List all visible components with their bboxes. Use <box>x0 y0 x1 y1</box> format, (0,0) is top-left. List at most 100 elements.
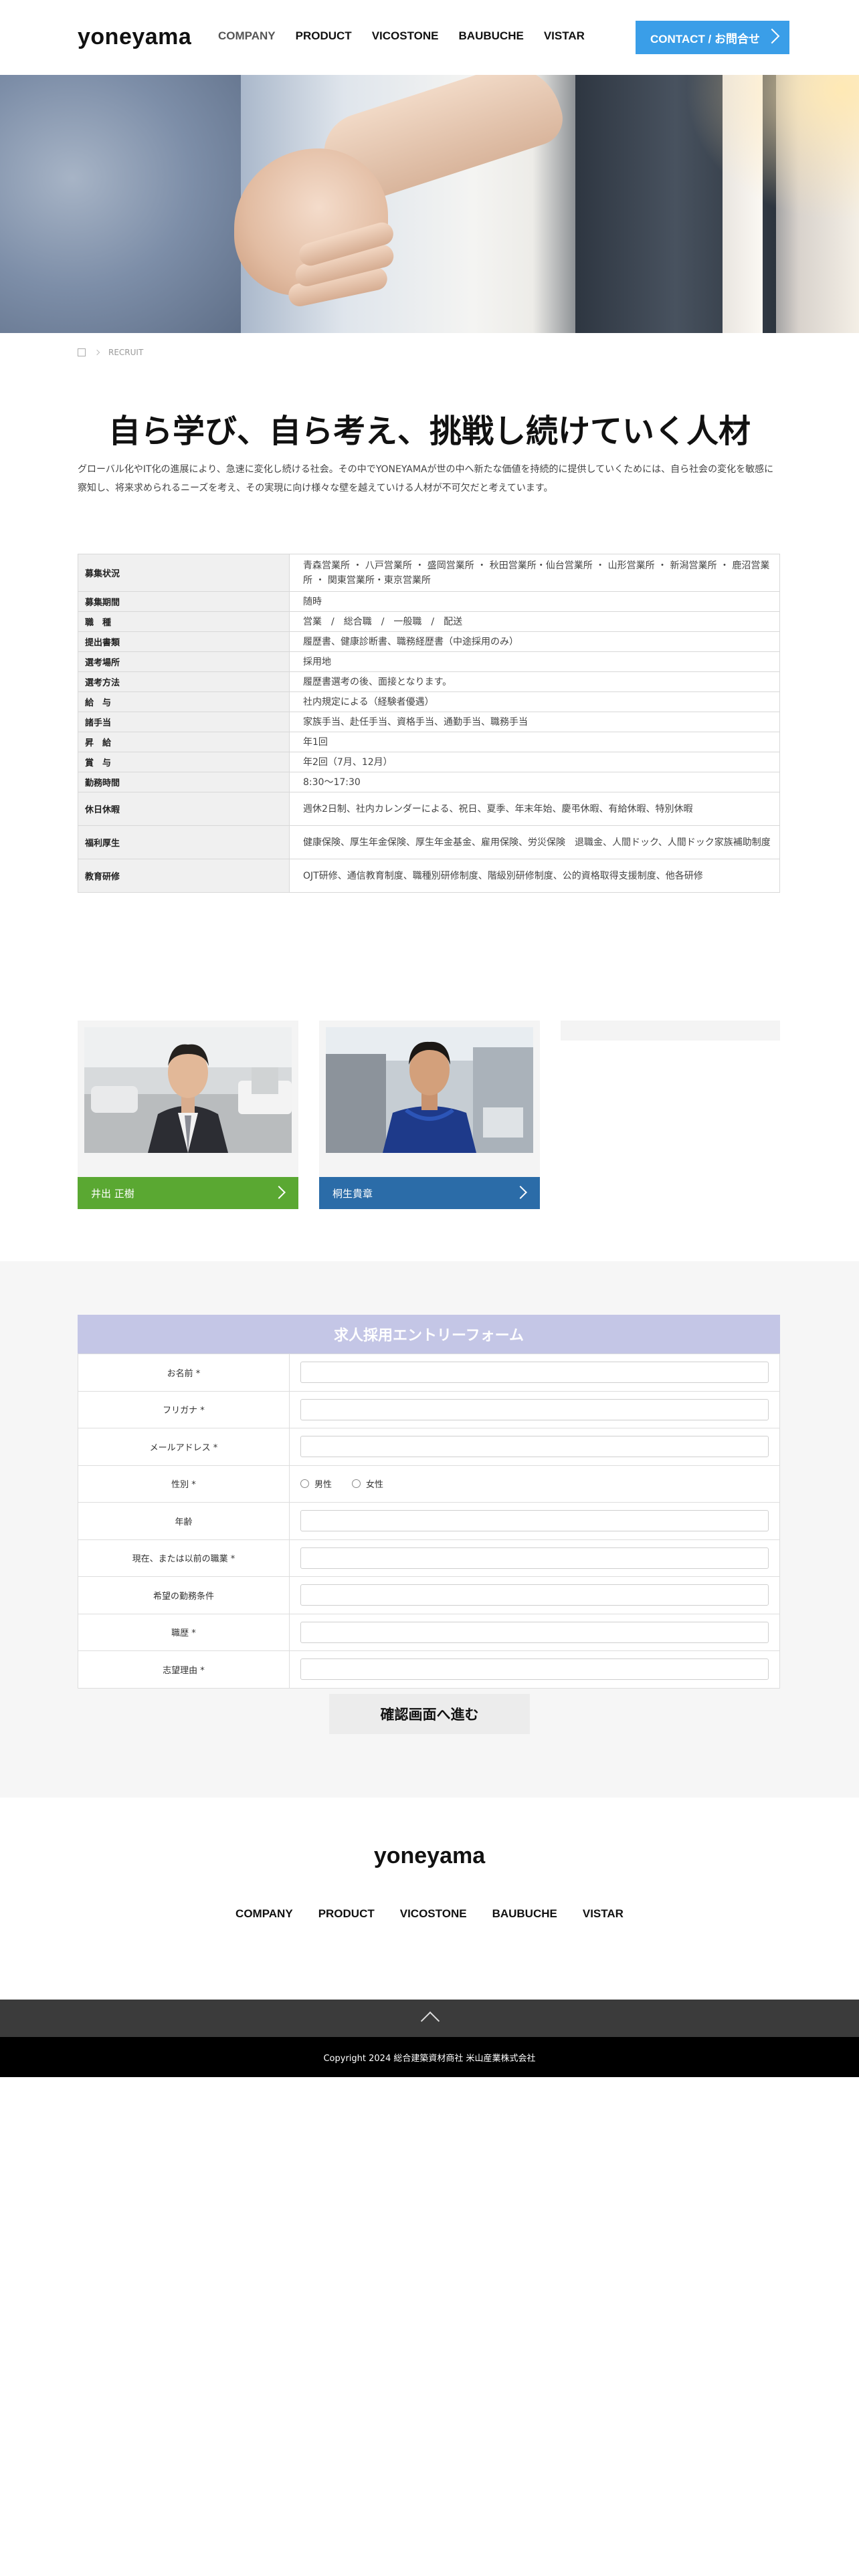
field-label-gender: 性別 * <box>78 1465 290 1503</box>
page-top-button[interactable] <box>0 2000 859 2037</box>
page-title: 自ら学び、自ら考え、挑戦し続けていく人材 <box>108 413 751 450</box>
recruit-row-label: 提出書類 <box>78 631 290 652</box>
nav-vicostone[interactable]: VICOSTONE <box>372 29 439 43</box>
recruit-row-value: 年1回 <box>289 732 780 752</box>
gender-male-radio[interactable] <box>300 1479 309 1489</box>
occupation-input[interactable] <box>300 1547 769 1569</box>
field-label-conditions: 希望の勤務条件 <box>78 1576 290 1614</box>
career-input[interactable] <box>300 1621 769 1643</box>
recruit-row-value: OJT研修、通信教育制度、職種別研修制度、階級別研修制度、公的資格取得支援制度、… <box>289 859 780 893</box>
recruit-row-value: 随時 <box>289 591 780 612</box>
chevron-right-icon <box>764 28 780 44</box>
conditions-input[interactable] <box>300 1584 769 1606</box>
gender-male-label: 男性 <box>314 1480 332 1491</box>
recruit-row-label: 昇 給 <box>78 732 290 752</box>
staff-card-placeholder <box>561 1021 780 1041</box>
gender-radio-group: 男性 女性 <box>300 1477 769 1490</box>
recruit-table-row: 選考場所 採用地 <box>78 651 780 672</box>
field-label-name: お名前 * <box>78 1354 290 1392</box>
staff-name: 井出 正樹 <box>91 1187 134 1200</box>
staff-photo <box>84 1027 292 1153</box>
recruit-row-label: 選考場所 <box>78 651 290 672</box>
footer-nav-baubuche[interactable]: BAUBUCHE <box>492 1907 557 1921</box>
footer-nav-product[interactable]: PRODUCT <box>318 1907 375 1921</box>
recruit-table-row: 募集期間 随時 <box>78 591 780 612</box>
staff-name-bar[interactable]: 桐生貴章 <box>319 1177 540 1209</box>
recruit-table-row: 休日休暇 週休2日制、社内カレンダーによる、祝日、夏季、年末年始、慶弔休暇、有給休… <box>78 792 780 826</box>
recruit-row-value: 採用地 <box>289 651 780 672</box>
copyright: Copyright 2024 総合建築資材商社 米山産業株式会社 <box>0 2037 859 2077</box>
field-label-occupation: 現在、または以前の職業 * <box>78 1539 290 1577</box>
recruit-row-label: 福利厚生 <box>78 825 290 859</box>
recruit-row-value: 健康保険、厚生年金保険、厚生年金基金、雇用保険、労災保険 退職金、人間ドック、人… <box>289 825 780 859</box>
nav-product[interactable]: PRODUCT <box>296 29 352 43</box>
breadcrumb-current: RECRUIT <box>108 348 144 357</box>
site-logo[interactable]: yoneyama <box>78 24 191 50</box>
chevron-right-icon <box>514 1186 527 1199</box>
nav-baubuche[interactable]: BAUBUCHE <box>459 29 524 43</box>
age-input[interactable] <box>300 1510 769 1532</box>
staff-photo <box>326 1027 533 1153</box>
contact-button[interactable]: CONTACT / お問合せ <box>636 21 789 54</box>
staff-card-ide[interactable]: 井出 正樹 <box>78 1021 298 1209</box>
recruit-row-value: 週休2日制、社内カレンダーによる、祝日、夏季、年末年始、慶弔休暇、有給休暇、特別… <box>289 792 780 826</box>
recruit-table-row: 提出書類 履歴書、健康診断書、職務経歴書（中途採用のみ） <box>78 631 780 652</box>
recruit-row-label: 勤務時間 <box>78 772 290 792</box>
entry-form: お名前 * フリガナ * メールアドレス * 性別 * 男性 女性 年齢 現在、… <box>78 1354 780 1689</box>
staff-name-bar[interactable]: 井出 正樹 <box>78 1177 298 1209</box>
recruit-table-row: 給 与社内規定による（経験者優遇） <box>78 691 780 712</box>
recruit-row-value: 営業 / 総合職 / 一般職 / 配送 <box>289 611 780 632</box>
recruit-table-row: 諸手当 家族手当、赴任手当、資格手当、通勤手当、職務手当 <box>78 712 780 732</box>
field-label-email: メールアドレス * <box>78 1428 290 1466</box>
nav-company[interactable]: COMPANY <box>218 29 276 43</box>
staff-name: 桐生貴章 <box>332 1187 373 1200</box>
recruit-table-row: 賞 与年2回（7月、12月） <box>78 752 780 772</box>
intro-text: グローバル化やIT化の進展により、急速に変化し続ける社会。その中でYONEYAM… <box>78 464 774 494</box>
recruit-row-label: 選考方法 <box>78 671 290 692</box>
footer-nav-vicostone[interactable]: VICOSTONE <box>400 1907 467 1921</box>
recruit-row-label: 職 種 <box>78 611 290 632</box>
email-input[interactable] <box>300 1436 769 1458</box>
footer-logo[interactable]: yoneyama <box>0 1843 859 1869</box>
recruit-row-value: 年2回（7月、12月） <box>289 752 780 772</box>
recruit-table-row: 福利厚生 健康保険、厚生年金保険、厚生年金基金、雇用保険、労災保険 退職金、人間ド… <box>78 825 780 859</box>
recruit-row-label: 休日休暇 <box>78 792 290 826</box>
hero-image <box>0 75 859 333</box>
recruit-table-row: 教育研修 OJT研修、通信教育制度、職種別研修制度、階級別研修制度、公的資格取得支… <box>78 859 780 893</box>
recruit-table-row: 募集状況 青森営業所 ・ 八戸営業所 ・ 盛岡営業所 ・ 秋田営業所・仙台営業所 … <box>78 554 780 592</box>
breadcrumb: RECRUIT <box>78 348 143 357</box>
recruit-row-label: 給 与 <box>78 691 290 712</box>
recruit-table-row: 職 種営業 / 総合職 / 一般職 / 配送 <box>78 611 780 632</box>
recruit-row-value: 履歴書選考の後、面接となります。 <box>289 671 780 692</box>
staff-card-kiryu[interactable]: 桐生貴章 <box>319 1021 540 1209</box>
recruit-table-row: 選考方法 履歴書選考の後、面接となります。 <box>78 671 780 692</box>
nav-vistar[interactable]: VISTAR <box>544 29 585 43</box>
home-icon[interactable] <box>78 348 86 356</box>
recruit-row-value: 8:30〜17:30 <box>289 772 780 792</box>
recruit-row-label: 賞 与 <box>78 752 290 772</box>
gender-female-label: 女性 <box>366 1480 384 1491</box>
name-input[interactable] <box>300 1362 769 1384</box>
confirm-button[interactable]: 確認画面へ進む <box>329 1694 530 1734</box>
footer-nav-vistar[interactable]: VISTAR <box>583 1907 624 1921</box>
recruit-info-table: 募集状況 青森営業所 ・ 八戸営業所 ・ 盛岡営業所 ・ 秋田営業所・仙台営業所 … <box>78 554 780 893</box>
hero-background <box>0 75 241 333</box>
recruit-row-value: 青森営業所 ・ 八戸営業所 ・ 盛岡営業所 ・ 秋田営業所・仙台営業所 ・ 山形… <box>289 554 780 592</box>
field-label-career: 職歴 * <box>78 1613 290 1651</box>
furigana-input[interactable] <box>300 1398 769 1420</box>
gender-female-radio[interactable] <box>352 1479 361 1489</box>
form-title: 求人採用エントリーフォーム <box>78 1315 780 1354</box>
recruit-row-value: 社内規定による（経験者優遇） <box>289 691 780 712</box>
reason-input[interactable] <box>300 1658 769 1681</box>
site-header: yoneyama COMPANY PRODUCT VICOSTONE BAUBU… <box>0 0 859 75</box>
recruit-row-label: 教育研修 <box>78 859 290 893</box>
global-nav: COMPANY PRODUCT VICOSTONE BAUBUCHE VISTA… <box>218 29 605 43</box>
recruit-row-label: 募集状況 <box>78 554 290 592</box>
footer-nav-company[interactable]: COMPANY <box>235 1907 293 1921</box>
chevron-right-icon <box>272 1186 286 1199</box>
recruit-row-label: 募集期間 <box>78 591 290 612</box>
recruit-table-row: 昇 給年1回 <box>78 732 780 752</box>
recruit-row-value: 履歴書、健康診断書、職務経歴書（中途採用のみ） <box>289 631 780 652</box>
footer-nav: COMPANY PRODUCT VICOSTONE BAUBUCHE VISTA… <box>0 1907 859 1921</box>
recruit-row-value: 家族手当、赴任手当、資格手当、通勤手当、職務手当 <box>289 712 780 732</box>
